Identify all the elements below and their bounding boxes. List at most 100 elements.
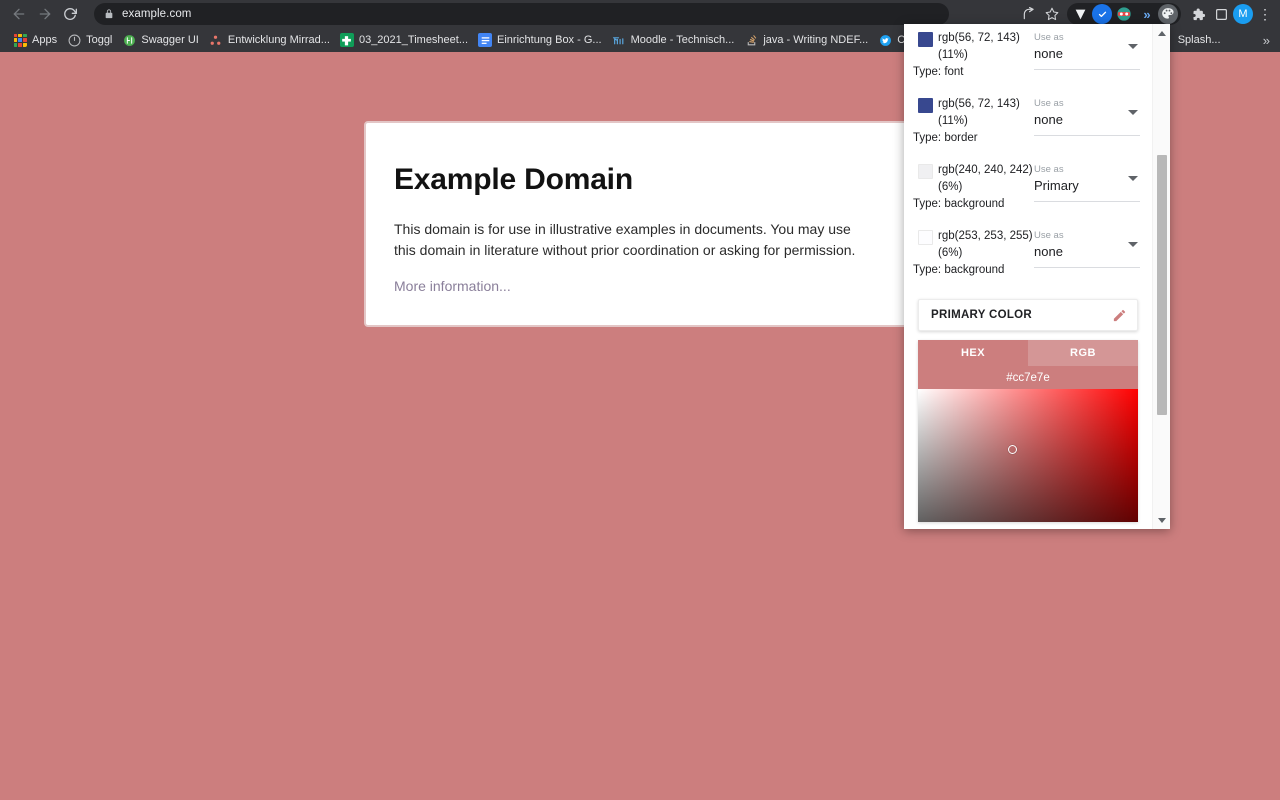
palette-extension-icon[interactable] <box>1158 4 1178 24</box>
extensions-group: » <box>1067 3 1181 25</box>
bookmark-label: Swagger UI <box>141 34 198 46</box>
back-button[interactable] <box>6 1 32 27</box>
chevron-down-icon <box>1128 242 1138 247</box>
moodle-icon <box>612 33 626 47</box>
scroll-down-arrow-icon[interactable] <box>1153 511 1170 529</box>
color-row: rgb(56, 72, 143) (11%) Type: font Use as… <box>912 24 1144 87</box>
bookmark-label: Apps <box>32 34 57 46</box>
color-type-label: Type: background <box>912 196 1034 213</box>
color-extractor-popup: rgb(56, 72, 143) (11%) Type: font Use as… <box>904 24 1170 529</box>
star-icon[interactable] <box>1041 3 1063 25</box>
color-info: rgb(253, 253, 255) (6%) Type: background <box>912 228 1034 279</box>
color-percent-label: (11%) <box>912 47 1034 64</box>
color-row: rgb(56, 72, 143) (11%) Type: border Use … <box>912 87 1144 153</box>
address-bar[interactable]: example.com <box>94 3 949 25</box>
color-type-label: Type: border <box>912 130 1034 147</box>
popup-scroll-area: rgb(56, 72, 143) (11%) Type: font Use as… <box>904 24 1152 529</box>
use-as-value: none <box>1034 242 1140 261</box>
picker-value[interactable]: #cc7e7e <box>918 366 1138 389</box>
bookmark-label: Entwicklung Mirrad... <box>228 34 330 46</box>
color-swatch[interactable] <box>918 98 933 113</box>
tab-hex[interactable]: HEX <box>918 340 1028 366</box>
double-chevron-right-icon[interactable]: » <box>1136 4 1156 24</box>
picker-handle[interactable] <box>1008 445 1017 454</box>
select-underline <box>1034 135 1140 136</box>
use-as-label: Use as <box>1034 229 1140 242</box>
color-row: rgb(240, 240, 242) (6%) Type: background… <box>912 153 1144 219</box>
apps-grid-icon <box>13 33 27 47</box>
primary-color-bar[interactable]: PRIMARY COLOR <box>918 299 1138 331</box>
color-info: rgb(56, 72, 143) (11%) Type: border <box>912 96 1034 147</box>
use-as-value: Primary <box>1034 176 1140 195</box>
reload-button[interactable] <box>58 1 84 27</box>
color-swatch[interactable] <box>918 32 933 47</box>
goggles-avatar-extension-icon[interactable] <box>1114 4 1134 24</box>
tab-rgb[interactable]: RGB <box>1028 340 1138 366</box>
swagger-icon <box>122 33 136 47</box>
back-arrow-icon <box>11 6 27 22</box>
color-swatch[interactable] <box>918 230 933 245</box>
use-as-value: none <box>1034 110 1140 129</box>
popup-scrollbar[interactable] <box>1152 24 1170 529</box>
bookmark-timesheet[interactable]: 03_2021_Timesheet... <box>337 30 475 50</box>
color-info: rgb(56, 72, 143) (11%) Type: font <box>912 30 1034 81</box>
color-percent-label: (6%) <box>912 179 1034 196</box>
reload-icon <box>63 6 79 22</box>
scrollbar-thumb[interactable] <box>1157 155 1167 415</box>
pencil-edit-icon[interactable] <box>1112 308 1127 323</box>
primary-color-label: PRIMARY COLOR <box>931 309 1032 321</box>
bookmark-einrichtung-box[interactable]: Einrichtung Box - G... <box>475 30 609 50</box>
page-title: Example Domain <box>394 163 934 197</box>
bookmarks-overflow-button[interactable]: » <box>1253 33 1280 48</box>
select-underline <box>1034 267 1140 268</box>
color-percent-label: (11%) <box>912 113 1034 130</box>
color-swatch[interactable] <box>918 164 933 179</box>
use-as-label: Use as <box>1034 163 1140 176</box>
bookmark-label: Splash... <box>1178 34 1221 46</box>
bookmark-moodle[interactable]: Moodle - Technisch... <box>609 30 742 50</box>
use-as-value: none <box>1034 44 1140 63</box>
more-information-link[interactable]: More information... <box>394 278 511 294</box>
bookmark-label: java - Writing NDEF... <box>763 34 868 46</box>
twitter-icon <box>878 33 892 47</box>
forward-button[interactable] <box>32 1 58 27</box>
use-as-select[interactable]: Use as Primary <box>1034 162 1140 202</box>
use-as-label: Use as <box>1034 97 1140 110</box>
saturation-value-field[interactable] <box>918 389 1138 522</box>
bookmark-toggl[interactable]: Toggl <box>64 30 119 50</box>
use-as-select[interactable]: Use as none <box>1034 228 1140 268</box>
profile-avatar[interactable]: M <box>1233 4 1253 24</box>
color-row: rgb(253, 253, 255) (6%) Type: background… <box>912 219 1144 285</box>
color-percent-label: (6%) <box>912 245 1034 262</box>
use-as-label: Use as <box>1034 31 1140 44</box>
use-as-select[interactable]: Use as none <box>1034 96 1140 136</box>
select-underline <box>1034 69 1140 70</box>
scroll-up-arrow-icon[interactable] <box>1153 24 1170 42</box>
bookmark-label: Moodle - Technisch... <box>631 34 735 46</box>
share-icon[interactable] <box>1018 3 1040 25</box>
bookmark-label: 03_2021_Timesheet... <box>359 34 468 46</box>
chevron-down-icon <box>1128 176 1138 181</box>
forward-arrow-icon <box>37 6 53 22</box>
sheets-icon <box>340 33 354 47</box>
docs-icon <box>478 33 492 47</box>
use-as-select[interactable]: Use as none <box>1034 30 1140 70</box>
bookmark-apps[interactable]: Apps <box>10 30 64 50</box>
bookmark-label: Einrichtung Box - G... <box>497 34 602 46</box>
jira-icon <box>209 33 223 47</box>
page-paragraph: This domain is for use in illustrative e… <box>394 219 864 261</box>
color-picker: HEX RGB #cc7e7e <box>918 340 1138 522</box>
bookmark-label: Toggl <box>86 34 112 46</box>
bookmark-swagger-ui[interactable]: Swagger UI <box>119 30 205 50</box>
chevron-down-icon <box>1128 44 1138 49</box>
blue-check-extension-icon[interactable] <box>1092 4 1112 24</box>
puzzle-extensions-icon[interactable] <box>1187 3 1209 25</box>
side-panel-icon[interactable] <box>1210 3 1232 25</box>
bookmark-entwicklung-mirrad[interactable]: Entwicklung Mirrad... <box>206 30 337 50</box>
kebab-menu-icon[interactable]: ⋮ <box>1254 3 1276 25</box>
lock-icon <box>104 9 114 19</box>
bookmark-java-ndef[interactable]: java - Writing NDEF... <box>741 30 875 50</box>
v-extension-icon[interactable] <box>1070 4 1090 24</box>
chevron-down-icon <box>1128 110 1138 115</box>
stackoverflow-icon <box>744 33 758 47</box>
